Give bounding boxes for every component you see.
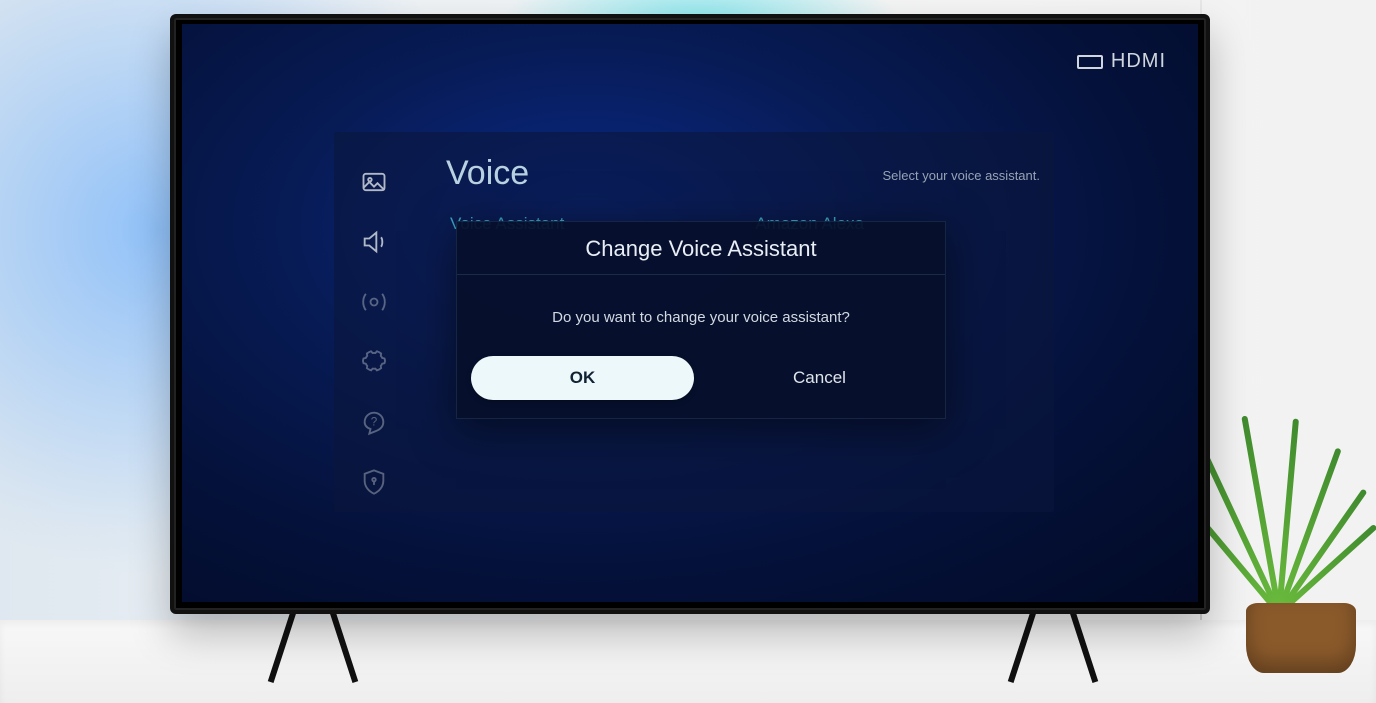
hdmi-port-icon <box>1077 55 1103 69</box>
page-hint: Select your voice assistant. <box>882 168 1040 183</box>
change-voice-assistant-dialog: Change Voice Assistant Do you want to ch… <box>456 221 946 419</box>
dialog-actions: OK Cancel <box>457 356 945 418</box>
dialog-title: Change Voice Assistant <box>457 222 945 275</box>
sound-icon[interactable] <box>358 226 390 258</box>
input-source-badge: HDMI <box>1077 50 1166 73</box>
settings-rail: ? <box>358 166 390 498</box>
tv-screen: HDMI <box>182 24 1198 602</box>
general-icon[interactable] <box>358 346 390 378</box>
room-background: HDMI <box>0 0 1376 703</box>
page-title: Voice <box>446 154 529 193</box>
tv-leg-right <box>1000 604 1120 684</box>
picture-icon[interactable] <box>358 166 390 198</box>
ok-button[interactable]: OK <box>471 356 694 400</box>
shelf-surface <box>0 620 1376 703</box>
input-source-label: HDMI <box>1111 50 1166 73</box>
tv-leg-left <box>260 604 380 684</box>
privacy-icon[interactable] <box>358 466 390 498</box>
broadcast-icon[interactable] <box>358 286 390 318</box>
dialog-message: Do you want to change your voice assista… <box>457 275 945 356</box>
cancel-button[interactable]: Cancel <box>708 356 931 400</box>
plant-decor <box>1196 413 1366 613</box>
tv-frame: HDMI <box>170 14 1210 614</box>
svg-text:?: ? <box>371 416 378 429</box>
support-icon[interactable]: ? <box>358 406 390 438</box>
plant-pot <box>1246 603 1356 673</box>
